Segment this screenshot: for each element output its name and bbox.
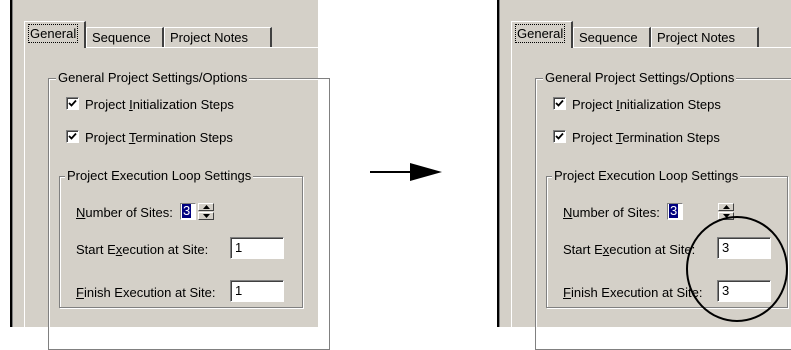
tab-project-notes[interactable]: Project Notes	[651, 27, 759, 47]
before-dialog: General Sequence Project Notes General P…	[10, 0, 330, 350]
spin-up-icon	[723, 205, 730, 209]
term-steps-label: Project Termination Steps	[572, 130, 720, 145]
finish-execution-input[interactable]: 1	[230, 280, 284, 302]
spin-up-button[interactable]	[718, 203, 734, 211]
window-edge-shadow	[499, 0, 500, 327]
number-of-sites-spinner[interactable]	[198, 203, 214, 220]
tab-general[interactable]: General	[24, 21, 86, 48]
right-arrow-icon	[370, 163, 442, 181]
loop-settings-legend: Project Execution Loop Settings	[552, 168, 741, 183]
loop-settings-legend: Project Execution Loop Settings	[65, 168, 254, 183]
tab-project-notes[interactable]: Project Notes	[164, 27, 272, 47]
term-steps-checkbox[interactable]	[553, 130, 566, 143]
number-of-sites-label: Number of Sites:	[76, 205, 173, 220]
general-settings-legend: General Project Settings/Options	[543, 70, 737, 85]
init-steps-checkbox-row[interactable]: Project Initialization Steps	[66, 97, 234, 112]
finish-execution-label: Finish Execution at Site:	[76, 285, 216, 300]
init-steps-checkbox[interactable]	[66, 97, 79, 110]
init-steps-checkbox[interactable]	[553, 97, 566, 110]
spin-down-button[interactable]	[198, 212, 214, 220]
check-icon	[68, 99, 77, 107]
finish-execution-label: Finish Execution at Site:	[563, 285, 703, 300]
init-steps-label: Project Initialization Steps	[572, 97, 721, 112]
init-steps-label: Project Initialization Steps	[85, 97, 234, 112]
tab-sequence[interactable]: Sequence	[86, 27, 164, 47]
tab-general[interactable]: General	[511, 21, 573, 48]
tab-project-notes-label: Project Notes	[170, 30, 249, 45]
init-steps-checkbox-row[interactable]: Project Initialization Steps	[553, 97, 721, 112]
term-steps-checkbox-row[interactable]: Project Termination Steps	[553, 130, 720, 145]
spin-up-button[interactable]	[198, 203, 214, 211]
highlight-circle	[686, 216, 788, 322]
check-icon	[68, 132, 77, 140]
tab-sequence-label: Sequence	[579, 30, 638, 45]
start-execution-input[interactable]: 1	[230, 237, 284, 259]
tab-general-label: General	[27, 24, 79, 43]
tab-general-label: General	[514, 24, 566, 43]
tab-sequence[interactable]: Sequence	[573, 27, 651, 47]
spin-down-icon	[203, 214, 210, 218]
tab-sequence-label: Sequence	[92, 30, 151, 45]
term-steps-checkbox[interactable]	[66, 130, 79, 143]
start-execution-label: Start Execution at Site:	[563, 242, 696, 257]
spin-up-icon	[203, 205, 210, 209]
check-icon	[555, 132, 564, 140]
tab-project-notes-label: Project Notes	[657, 30, 736, 45]
number-of-sites-input[interactable]: 3	[180, 203, 196, 220]
general-tab-page: General Project Settings/Options Project…	[24, 47, 330, 350]
number-of-sites-value: 3	[182, 203, 192, 218]
start-execution-label: Start Execution at Site:	[76, 242, 209, 257]
number-of-sites-value: 3	[669, 203, 679, 218]
term-steps-label: Project Termination Steps	[85, 130, 233, 145]
check-icon	[555, 99, 564, 107]
general-settings-legend: General Project Settings/Options	[56, 70, 250, 85]
number-of-sites-label: Number of Sites:	[563, 205, 660, 220]
term-steps-checkbox-row[interactable]: Project Termination Steps	[66, 130, 233, 145]
window-edge-shadow	[12, 0, 13, 327]
number-of-sites-input[interactable]: 3	[667, 203, 683, 220]
